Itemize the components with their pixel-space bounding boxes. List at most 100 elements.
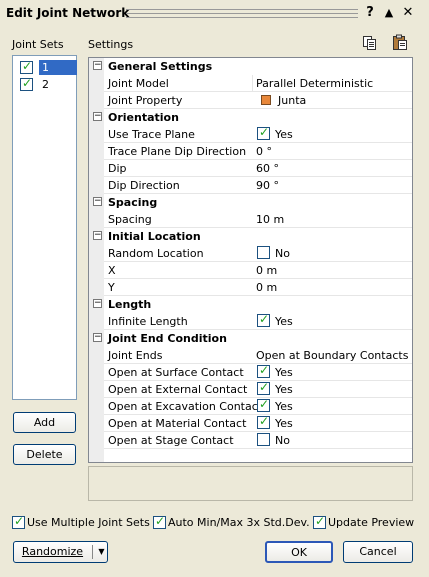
collapse-icon[interactable]: − bbox=[93, 112, 102, 121]
section-title: Joint End Condition bbox=[108, 332, 227, 345]
property-value[interactable]: 0 m bbox=[256, 281, 277, 294]
section-title: Length bbox=[108, 298, 152, 311]
property-row[interactable]: Spacing 10 m bbox=[89, 211, 412, 228]
collapse-icon[interactable]: − bbox=[93, 299, 102, 308]
property-row[interactable]: Joint Property Junta bbox=[89, 92, 412, 109]
property-checkbox[interactable] bbox=[257, 397, 270, 412]
ok-button[interactable]: OK bbox=[265, 541, 333, 563]
property-name: Joint Model bbox=[108, 77, 169, 90]
property-row[interactable]: Dip Direction 90 ° bbox=[89, 177, 412, 194]
property-row[interactable]: Open at External Contact Yes bbox=[89, 380, 412, 398]
joint-set-checkbox[interactable] bbox=[20, 59, 33, 74]
property-name: Dip Direction bbox=[108, 179, 180, 192]
property-value[interactable]: Open at Boundary Contacts bbox=[256, 349, 408, 362]
joint-set-item[interactable]: 2 bbox=[18, 76, 76, 92]
close-icon[interactable]: ✕ bbox=[400, 5, 416, 21]
property-checkbox[interactable] bbox=[257, 363, 270, 378]
cancel-button[interactable]: Cancel bbox=[343, 541, 413, 563]
property-row[interactable]: Y 0 m bbox=[89, 279, 412, 296]
auto-minmax-label: Auto Min/Max 3x Std.Dev. bbox=[168, 516, 310, 529]
property-row[interactable]: Dip 60 ° bbox=[89, 160, 412, 177]
property-name: Open at External Contact bbox=[108, 383, 248, 396]
randomize-split-button[interactable]: Randomize ▼ bbox=[13, 541, 108, 563]
joint-sets-list[interactable]: 1 2 bbox=[12, 55, 77, 400]
property-row[interactable]: Open at Material Contact Yes bbox=[89, 414, 412, 432]
joint-set-label: 2 bbox=[42, 78, 49, 91]
property-name: Joint Property bbox=[108, 94, 183, 107]
section-general-settings[interactable]: − General Settings bbox=[89, 58, 412, 75]
property-checkbox[interactable] bbox=[257, 414, 270, 429]
use-multiple-label: Use Multiple Joint Sets bbox=[27, 516, 150, 529]
property-value: Yes bbox=[275, 128, 293, 141]
property-row[interactable]: Open at Surface Contact Yes bbox=[89, 363, 412, 381]
property-row[interactable]: Open at Stage Contact No bbox=[89, 432, 412, 449]
property-value: Yes bbox=[275, 383, 293, 396]
title-bar: Edit Joint Network ? ▲ ✕ bbox=[0, 0, 429, 28]
property-checkbox[interactable] bbox=[257, 380, 270, 395]
joint-sets-label: Joint Sets bbox=[12, 38, 64, 51]
collapse-icon[interactable]: − bbox=[93, 61, 102, 70]
auto-minmax-checkbox[interactable] bbox=[153, 514, 166, 529]
section-joint-end-condition[interactable]: − Joint End Condition bbox=[89, 330, 412, 347]
property-checkbox[interactable] bbox=[257, 312, 270, 327]
section-orientation[interactable]: − Orientation bbox=[89, 109, 412, 126]
paste-icon[interactable] bbox=[392, 34, 408, 50]
property-value[interactable]: 10 m bbox=[256, 213, 284, 226]
update-preview-checkbox[interactable] bbox=[313, 514, 326, 529]
property-value: Yes bbox=[275, 417, 293, 430]
property-checkbox[interactable] bbox=[257, 433, 270, 446]
copy-icon[interactable] bbox=[362, 35, 378, 51]
property-value: Yes bbox=[275, 400, 293, 413]
window-title: Edit Joint Network bbox=[6, 6, 130, 20]
help-icon[interactable]: ? bbox=[362, 5, 378, 21]
property-row[interactable]: Random Location No bbox=[89, 245, 412, 262]
description-panel bbox=[88, 466, 413, 501]
property-name: Random Location bbox=[108, 247, 204, 260]
settings-label: Settings bbox=[88, 38, 134, 51]
delete-button[interactable]: Delete bbox=[13, 444, 76, 465]
property-value[interactable]: 90 ° bbox=[256, 179, 279, 192]
update-preview-label: Update Preview bbox=[328, 516, 415, 529]
property-row[interactable]: Joint Ends Open at Boundary Contacts bbox=[89, 347, 412, 364]
property-value[interactable]: 0 m bbox=[256, 264, 277, 277]
property-value: Yes bbox=[275, 366, 293, 379]
collapse-icon[interactable]: ▲ bbox=[381, 5, 397, 21]
property-value[interactable]: Parallel Deterministic bbox=[256, 77, 373, 90]
property-value[interactable]: Junta bbox=[278, 94, 306, 107]
section-title: Spacing bbox=[108, 196, 158, 209]
property-checkbox[interactable] bbox=[257, 246, 270, 259]
section-spacing[interactable]: − Spacing bbox=[89, 194, 412, 211]
use-multiple-checkbox[interactable] bbox=[12, 514, 25, 529]
property-name: Open at Surface Contact bbox=[108, 366, 244, 379]
property-value: Yes bbox=[275, 315, 293, 328]
joint-set-checkbox[interactable] bbox=[20, 76, 33, 91]
joint-set-item[interactable]: 1 bbox=[18, 59, 77, 75]
dropdown-arrow-icon[interactable]: ▼ bbox=[96, 542, 107, 562]
property-row[interactable]: Joint Model Parallel Deterministic bbox=[89, 75, 412, 92]
property-checkbox[interactable] bbox=[257, 125, 270, 140]
property-name: Trace Plane Dip Direction bbox=[108, 145, 247, 158]
collapse-icon[interactable]: − bbox=[93, 333, 102, 342]
property-row[interactable]: Open at Excavation Contact Yes bbox=[89, 397, 412, 415]
property-row[interactable]: X 0 m bbox=[89, 262, 412, 279]
section-title: Initial Location bbox=[108, 230, 201, 243]
collapse-icon[interactable]: − bbox=[93, 231, 102, 240]
section-initial-location[interactable]: − Initial Location bbox=[89, 228, 412, 245]
collapse-icon[interactable]: − bbox=[93, 197, 102, 206]
property-row[interactable]: Use Trace Plane Yes bbox=[89, 125, 412, 143]
title-grip[interactable] bbox=[126, 9, 358, 18]
add-button[interactable]: Add bbox=[13, 412, 76, 433]
property-row[interactable]: Trace Plane Dip Direction 0 ° bbox=[89, 143, 412, 160]
randomize-button[interactable]: Randomize bbox=[14, 542, 91, 562]
split-divider bbox=[92, 545, 93, 559]
section-length[interactable]: − Length bbox=[89, 296, 412, 313]
joint-set-label: 1 bbox=[39, 60, 77, 75]
settings-property-grid[interactable]: − General Settings Joint Model Parallel … bbox=[88, 57, 413, 463]
property-value[interactable]: 0 ° bbox=[256, 145, 272, 158]
property-row[interactable]: Infinite Length Yes bbox=[89, 312, 412, 330]
property-value[interactable]: 60 ° bbox=[256, 162, 279, 175]
property-name: Joint Ends bbox=[108, 349, 163, 362]
section-title: Orientation bbox=[108, 111, 179, 124]
color-swatch bbox=[261, 95, 271, 105]
property-name: Y bbox=[108, 281, 115, 294]
